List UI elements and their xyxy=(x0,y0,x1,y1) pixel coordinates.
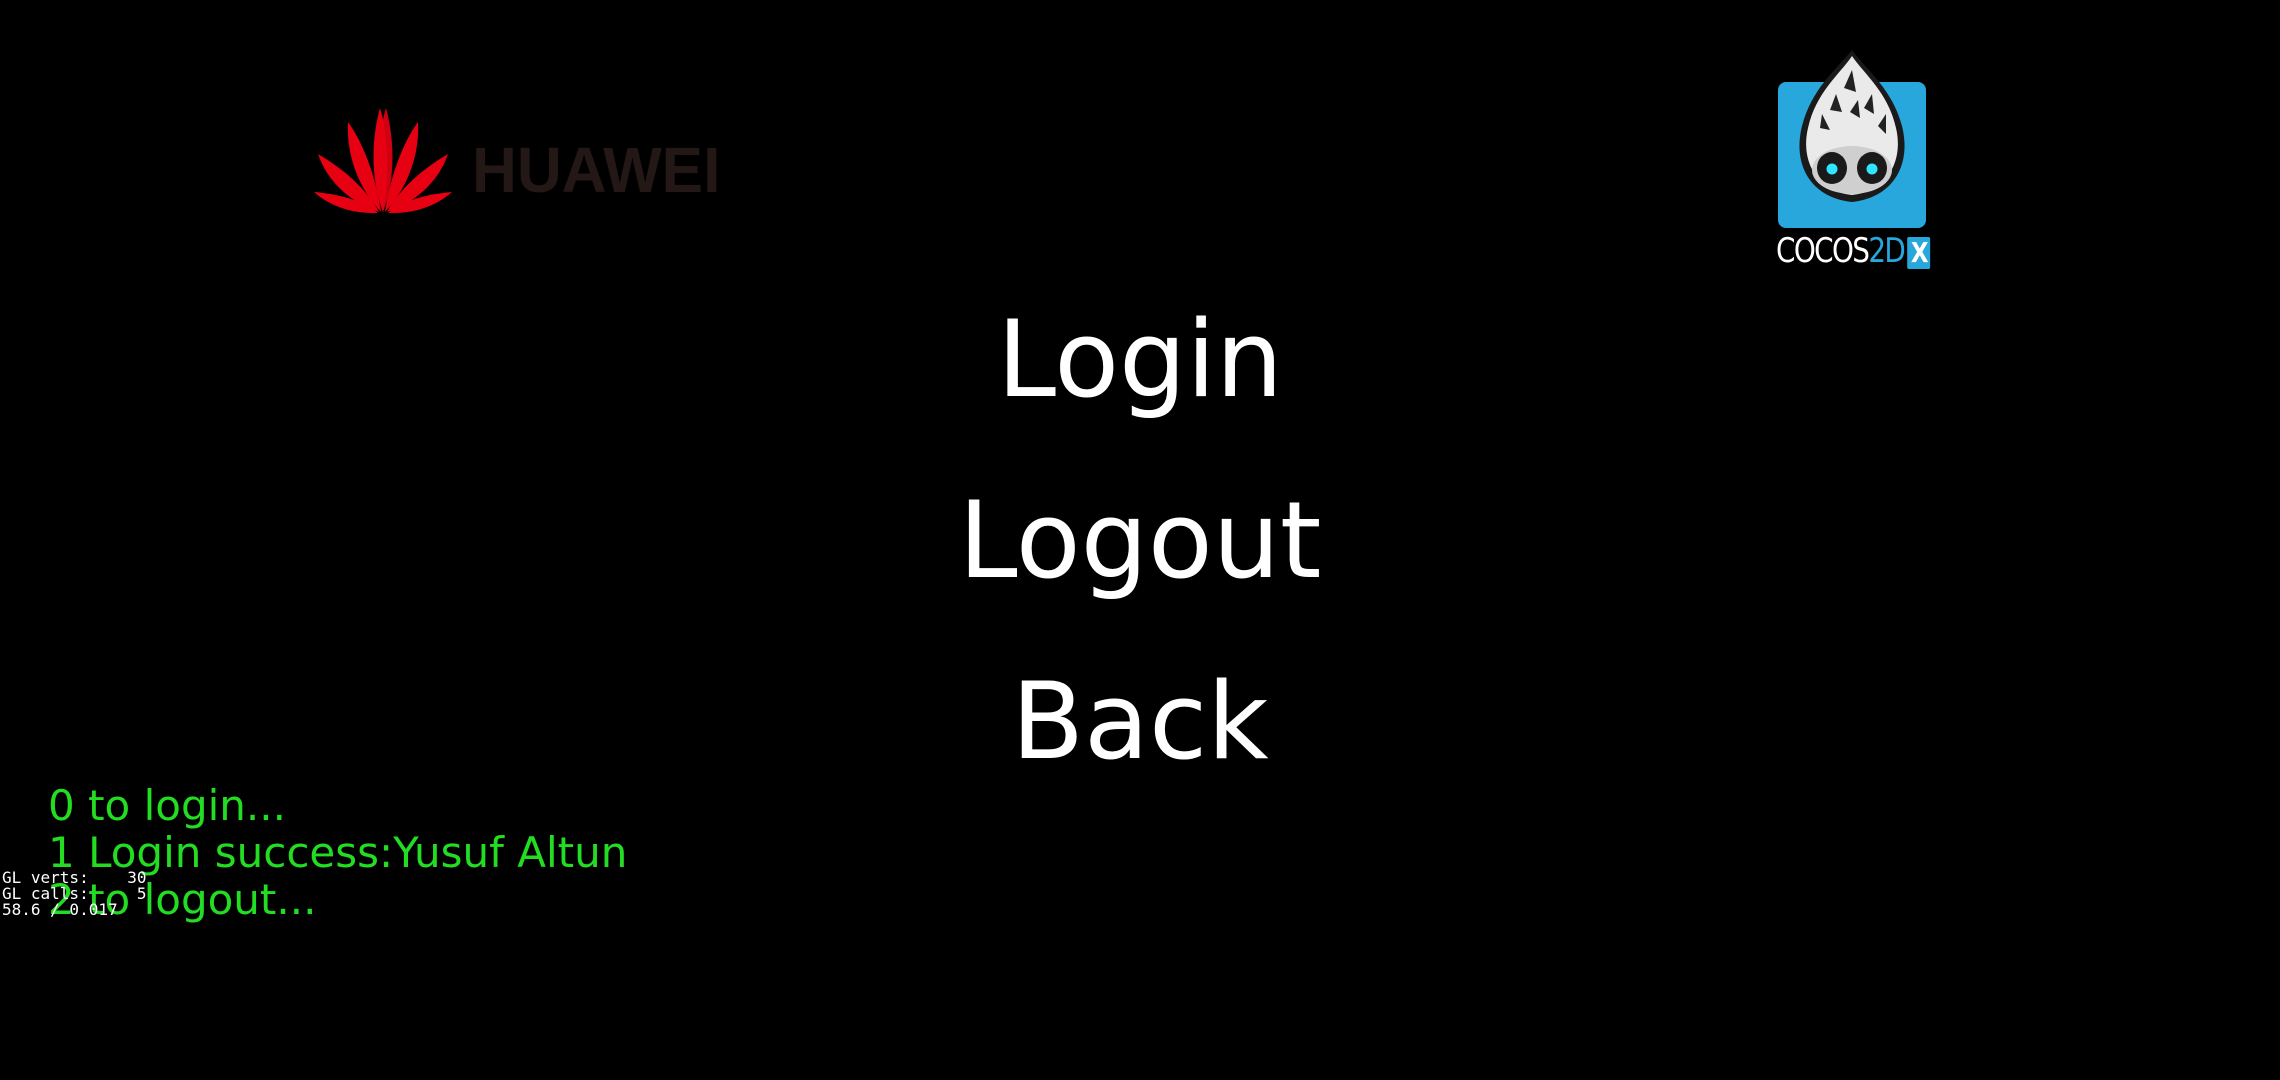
cocos-mascot-icon xyxy=(1799,50,1905,202)
cocos-wordmark-cocos: COCOS xyxy=(1776,231,1870,271)
huawei-logo: HUAWEI xyxy=(312,104,772,216)
huawei-wordmark: HUAWEI xyxy=(472,134,721,206)
log-line: 1 Login success:Yusuf Altun xyxy=(48,828,628,877)
cocos-wordmark-x: X xyxy=(1907,237,1931,269)
login-menu-item[interactable]: Login xyxy=(0,300,2280,420)
fps-stat: 58.6 / 0.017 xyxy=(2,900,118,919)
back-menu-item[interactable]: Back xyxy=(0,662,2280,782)
cocos-wordmark-2d: 2D xyxy=(1868,231,1906,271)
logout-menu-item[interactable]: Logout xyxy=(0,481,2280,601)
gl-stats-overlay: GL verts: 30 GL calls: 5 58.6 / 0.017 xyxy=(2,870,262,918)
log-line: 0 to login... xyxy=(48,781,286,830)
cocos2dx-logo: COCOS2D X xyxy=(1774,48,1931,274)
huawei-petal-icon xyxy=(314,108,452,214)
cocos2dx-wordmark: COCOS2D X xyxy=(1776,231,1931,271)
